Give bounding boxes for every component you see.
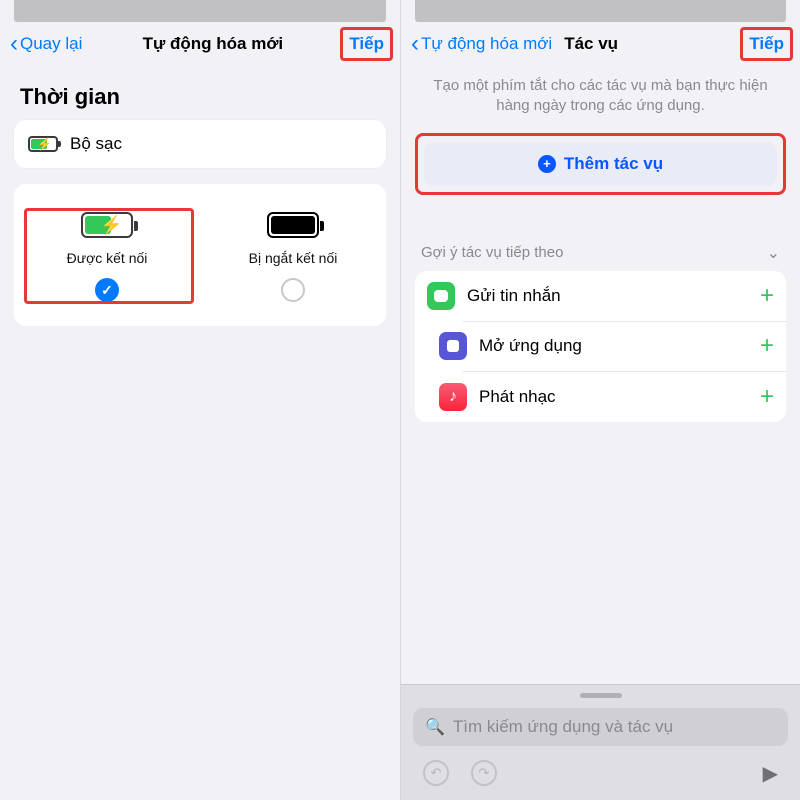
suggestion-open-app[interactable]: Mở ứng dụng +: [415, 321, 786, 371]
screen-automation-trigger: ‹ Quay lại Tự động hóa mới Tiếp Thời gia…: [0, 0, 400, 800]
suggestion-label: Gửi tin nhắn: [467, 286, 748, 306]
redo-button[interactable]: ↷: [471, 760, 497, 786]
choice-connected-label: Được kết nối: [67, 250, 148, 266]
back-button[interactable]: ‹ Quay lại: [10, 32, 82, 56]
chevron-left-icon: ‹: [10, 32, 18, 56]
radio-checked-icon: ✓: [95, 278, 119, 302]
status-bar: [415, 0, 786, 22]
add-icon[interactable]: +: [760, 332, 774, 360]
music-app-icon: [439, 383, 467, 411]
search-icon: 🔍: [425, 717, 445, 737]
suggestions-list: Gửi tin nhắn + Mở ứng dụng + Phát nhạc +: [415, 271, 786, 422]
add-icon[interactable]: +: [760, 383, 774, 411]
highlight-add-action: + Thêm tác vụ: [415, 133, 786, 195]
nav-title: Tác vụ: [564, 34, 618, 54]
highlight-next: Tiếp: [740, 27, 793, 61]
back-label: Quay lại: [20, 34, 82, 54]
messages-app-icon: [427, 282, 455, 310]
chevron-left-icon: ‹: [411, 30, 419, 58]
choice-disconnected-label: Bị ngắt kết nối: [249, 250, 338, 266]
next-button[interactable]: Tiếp: [749, 34, 784, 53]
choice-connected[interactable]: ⚡ Được kết nối ✓: [14, 204, 200, 308]
back-label: Tự động hóa mới: [421, 34, 552, 54]
radio-empty-icon: [281, 278, 305, 302]
charger-label: Bộ sạc: [70, 134, 122, 154]
open-app-icon: [439, 332, 467, 360]
suggestion-send-message[interactable]: Gửi tin nhắn +: [415, 271, 786, 321]
search-placeholder: Tìm kiếm ứng dụng và tác vụ: [453, 717, 673, 737]
connection-choice-card: ⚡ Được kết nối ✓ Bị ngắt kết nối: [14, 184, 386, 326]
plus-circle-icon: +: [538, 155, 556, 173]
toolbar: ↶ ↷ ▶: [401, 754, 800, 796]
nav-title: Tự động hóa mới: [82, 34, 343, 54]
suggestions-header[interactable]: Gợi ý tác vụ tiếp theo ⌄: [401, 195, 800, 271]
suggestion-play-music[interactable]: Phát nhạc +: [415, 372, 786, 422]
screen-actions: ‹ Tự động hóa mới Tác vụ Tiếp Tạo một ph…: [400, 0, 800, 800]
add-icon[interactable]: +: [760, 282, 774, 310]
nav-bar: ‹ Tự động hóa mới Tác vụ Tiếp: [401, 22, 800, 66]
undo-button[interactable]: ↶: [423, 760, 449, 786]
status-bar: [14, 0, 386, 22]
grabber-handle[interactable]: [580, 693, 622, 698]
section-title-time: Thời gian: [0, 66, 400, 120]
run-button[interactable]: ▶: [763, 761, 778, 786]
highlight-next: Tiếp: [340, 27, 393, 61]
suggestions-header-label: Gợi ý tác vụ tiếp theo: [421, 244, 563, 261]
battery-full-icon: [267, 212, 319, 238]
suggestion-label: Mở ứng dụng: [479, 336, 748, 356]
add-action-button[interactable]: + Thêm tác vụ: [424, 142, 777, 186]
battery-charging-icon: ⚡: [28, 136, 58, 152]
description-text: Tạo một phím tắt cho các tác vụ mà bạn t…: [401, 66, 800, 133]
suggestion-label: Phát nhạc: [479, 387, 748, 407]
bottom-sheet: 🔍 Tìm kiếm ứng dụng và tác vụ ↶ ↷ ▶: [401, 684, 800, 800]
choice-disconnected[interactable]: Bị ngắt kết nối: [200, 204, 386, 308]
nav-bar: ‹ Quay lại Tự động hóa mới Tiếp: [0, 22, 400, 66]
add-action-label: Thêm tác vụ: [564, 154, 663, 174]
next-button[interactable]: Tiếp: [349, 34, 384, 53]
battery-connected-icon: ⚡: [81, 212, 133, 238]
charger-card[interactable]: ⚡ Bộ sạc: [14, 120, 386, 168]
search-field[interactable]: 🔍 Tìm kiếm ứng dụng và tác vụ: [413, 708, 788, 746]
chevron-down-icon: ⌄: [767, 243, 780, 263]
back-button[interactable]: ‹ Tự động hóa mới: [411, 30, 552, 58]
